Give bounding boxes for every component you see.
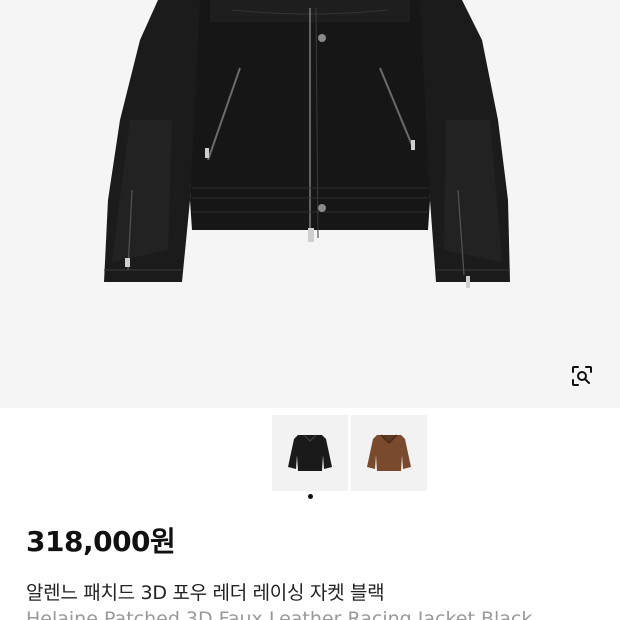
- gallery-indicator: [0, 494, 620, 499]
- black-jacket-thumbnail: [288, 434, 332, 471]
- image-search-button[interactable]: [562, 356, 602, 396]
- product-detail-page: 318,000원 알렌느 패치드 3D 포우 레더 레이싱 자켓 블랙 Hela…: [0, 0, 620, 620]
- product-price: 318,000원: [26, 525, 176, 558]
- product-title: 알렌느 패치드 3D 포우 레더 레이싱 자켓 블랙: [26, 582, 385, 604]
- thumbnail-black[interactable]: [272, 415, 348, 491]
- lens-icon: [572, 366, 592, 386]
- jacket-image: [104, 0, 510, 288]
- product-subtitle: Helaine Patched 3D Faux Leather Racing J…: [26, 608, 533, 620]
- gallery-dot-active: [307, 494, 313, 499]
- brown-jacket-thumbnail: [367, 434, 411, 471]
- thumbnail-strip: [272, 415, 427, 491]
- product-main-image[interactable]: [0, 0, 620, 408]
- thumbnail-brown[interactable]: [351, 415, 427, 491]
